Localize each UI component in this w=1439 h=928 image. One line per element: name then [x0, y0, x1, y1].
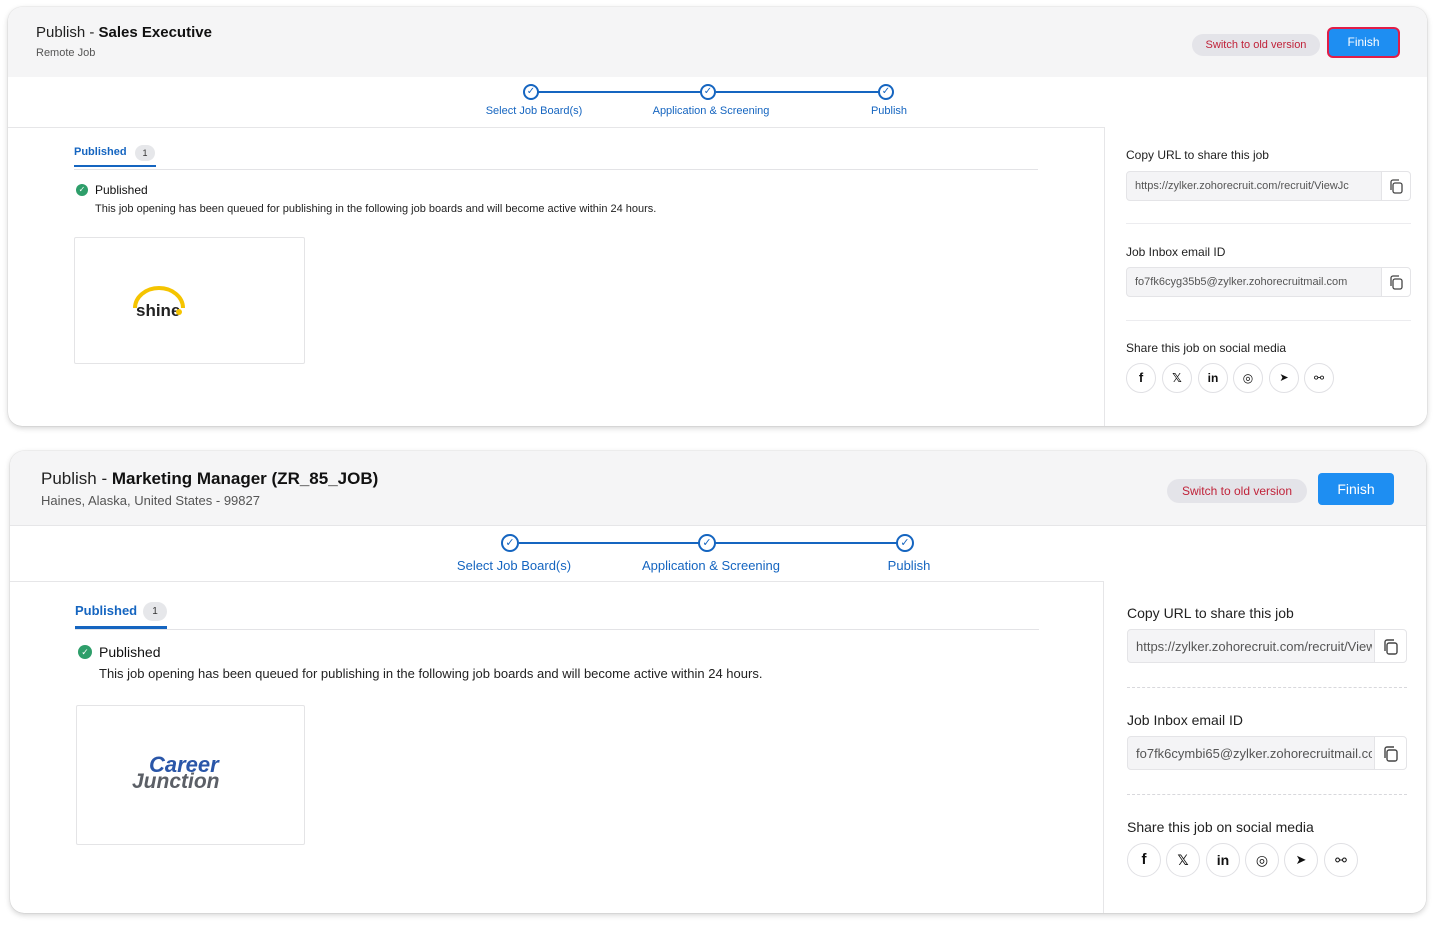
step-label-select-job-boards[interactable]: Select Job Board(s): [486, 105, 583, 117]
status-title: Published: [95, 183, 148, 197]
job-inbox-label: Job Inbox email ID: [1126, 245, 1226, 259]
job-board-card-shine: shine: [74, 237, 305, 364]
section-separator: [1126, 223, 1411, 224]
job-inbox-label: Job Inbox email ID: [1127, 712, 1243, 728]
section-separator: [1127, 794, 1407, 795]
step-label-publish[interactable]: Publish: [871, 105, 907, 117]
x-icon[interactable]: 𝕏: [1162, 363, 1192, 393]
copy-inbox-button[interactable]: [1381, 268, 1410, 296]
step-label-application-screening[interactable]: Application & Screening: [642, 558, 780, 573]
job-inbox-field: fo7fk6cymbi65@zylker.zohorecruitmail.com: [1127, 736, 1407, 770]
panel-header: Publish - Sales Executive Remote Job Swi…: [8, 7, 1427, 78]
switch-old-version-button[interactable]: Switch to old version: [1192, 34, 1320, 56]
published-section: Published 1 ✓ Published This job opening…: [10, 581, 1104, 913]
page-title: Publish - Sales Executive: [36, 24, 212, 41]
step-label-publish[interactable]: Publish: [888, 558, 931, 573]
step-connector: [519, 542, 700, 544]
telegram-icon[interactable]: ➤: [1284, 843, 1318, 877]
copy-url-label: Copy URL to share this job: [1127, 605, 1294, 621]
published-section: Published 1 ✓ Published This job opening…: [8, 127, 1103, 426]
section-separator: [1127, 687, 1407, 688]
title-prefix: Publish -: [41, 469, 112, 488]
x-icon[interactable]: 𝕏: [1166, 843, 1200, 877]
copy-url-field: https://zylker.zohorecruit.com/recruit/V…: [1127, 629, 1407, 663]
step-connector: [538, 91, 708, 93]
step-connector: [715, 542, 897, 544]
social-share-label: Share this job on social media: [1127, 819, 1314, 835]
linkedin-icon[interactable]: in: [1206, 843, 1240, 877]
step-connector: [716, 91, 887, 93]
status-description: This job opening has been queued for pub…: [99, 666, 763, 681]
shine-logo: shine: [133, 286, 185, 320]
panel-header: Publish - Marketing Manager (ZR_85_JOB) …: [10, 451, 1426, 526]
share-sidebar: Copy URL to share this job https://zylke…: [1103, 581, 1426, 913]
tab-divider: [75, 629, 1039, 630]
step-label-application-screening[interactable]: Application & Screening: [653, 105, 770, 117]
progress-stepper: ✓ ✓ ✓ Select Job Board(s) Application & …: [8, 77, 1427, 128]
job-inbox-value[interactable]: fo7fk6cymbi65@zylker.zohorecruitmail.com: [1136, 746, 1372, 761]
section-separator: [1126, 320, 1411, 321]
step-1-check-icon: ✓: [523, 84, 539, 100]
copy-url-label: Copy URL to share this job: [1126, 148, 1269, 162]
job-title: Marketing Manager (ZR_85_JOB): [111, 469, 379, 488]
link-icon[interactable]: ⚯: [1304, 363, 1334, 393]
linkedin-icon[interactable]: in: [1198, 363, 1228, 393]
link-icon[interactable]: ⚯: [1324, 843, 1358, 877]
copy-icon: [1384, 746, 1398, 762]
copy-url-button[interactable]: [1374, 630, 1406, 662]
finish-button[interactable]: Finish: [1329, 29, 1398, 56]
copy-icon: [1390, 275, 1403, 290]
page-title: Publish - Marketing Manager (ZR_85_JOB): [41, 469, 378, 489]
job-inbox-field: fo7fk6cyg35b5@zylker.zohorecruitmail.com: [1126, 267, 1411, 297]
logo-junction-text: Junction: [132, 770, 220, 793]
published-check-icon: ✓: [78, 645, 92, 659]
tab-published[interactable]: Published: [75, 603, 137, 618]
step-3-check-icon: ✓: [878, 84, 894, 100]
copy-inbox-button[interactable]: [1374, 737, 1406, 769]
tab-active-underline: [74, 165, 156, 167]
copy-url-field: https://zylker.zohorecruit.com/recruit/V…: [1126, 171, 1411, 201]
finish-button[interactable]: Finish: [1318, 473, 1394, 505]
step-label-select-job-boards[interactable]: Select Job Board(s): [457, 558, 571, 573]
shine-logo-text: shine: [136, 301, 180, 320]
whatsapp-icon[interactable]: ◎: [1245, 843, 1279, 877]
telegram-icon[interactable]: ➤: [1269, 363, 1299, 393]
switch-old-version-button[interactable]: Switch to old version: [1167, 479, 1307, 503]
status-title: Published: [99, 644, 161, 660]
copy-icon: [1390, 179, 1403, 194]
job-location: Haines, Alaska, United States - 99827: [41, 493, 260, 508]
job-location: Remote Job: [36, 47, 96, 59]
publish-panel-sales-executive: Publish - Sales Executive Remote Job Swi…: [8, 7, 1427, 426]
copy-icon: [1384, 639, 1398, 655]
careerjunction-logo: Career Junction: [132, 752, 220, 793]
copy-url-value[interactable]: https://zylker.zohorecruit.com/recruit/V…: [1136, 639, 1372, 654]
copy-url-button[interactable]: [1381, 172, 1410, 200]
status-description: This job opening has been queued for pub…: [95, 203, 657, 215]
step-2-check-icon: ✓: [700, 84, 716, 100]
step-3-check-icon: ✓: [896, 534, 914, 552]
job-board-card-careerjunction: Career Junction: [76, 705, 305, 845]
copy-url-value[interactable]: https://zylker.zohorecruit.com/recruit/V…: [1135, 180, 1380, 192]
step-1-check-icon: ✓: [501, 534, 519, 552]
tab-published[interactable]: Published: [74, 146, 127, 158]
tab-published-count: 1: [135, 145, 155, 161]
published-check-icon: ✓: [76, 184, 88, 196]
tab-published-count: 1: [143, 602, 167, 621]
whatsapp-icon[interactable]: ◎: [1233, 363, 1263, 393]
facebook-icon[interactable]: f: [1126, 363, 1156, 393]
job-inbox-value[interactable]: fo7fk6cyg35b5@zylker.zohorecruitmail.com: [1135, 276, 1380, 288]
title-prefix: Publish -: [36, 24, 99, 41]
step-2-check-icon: ✓: [698, 534, 716, 552]
publish-panel-marketing-manager: Publish - Marketing Manager (ZR_85_JOB) …: [10, 451, 1426, 913]
tab-divider: [74, 169, 1038, 170]
progress-stepper: ✓ ✓ ✓ Select Job Board(s) Application & …: [10, 526, 1426, 582]
facebook-icon[interactable]: f: [1127, 843, 1161, 877]
job-title: Sales Executive: [98, 24, 212, 41]
share-sidebar: Copy URL to share this job https://zylke…: [1104, 127, 1427, 426]
social-share-label: Share this job on social media: [1126, 341, 1287, 355]
